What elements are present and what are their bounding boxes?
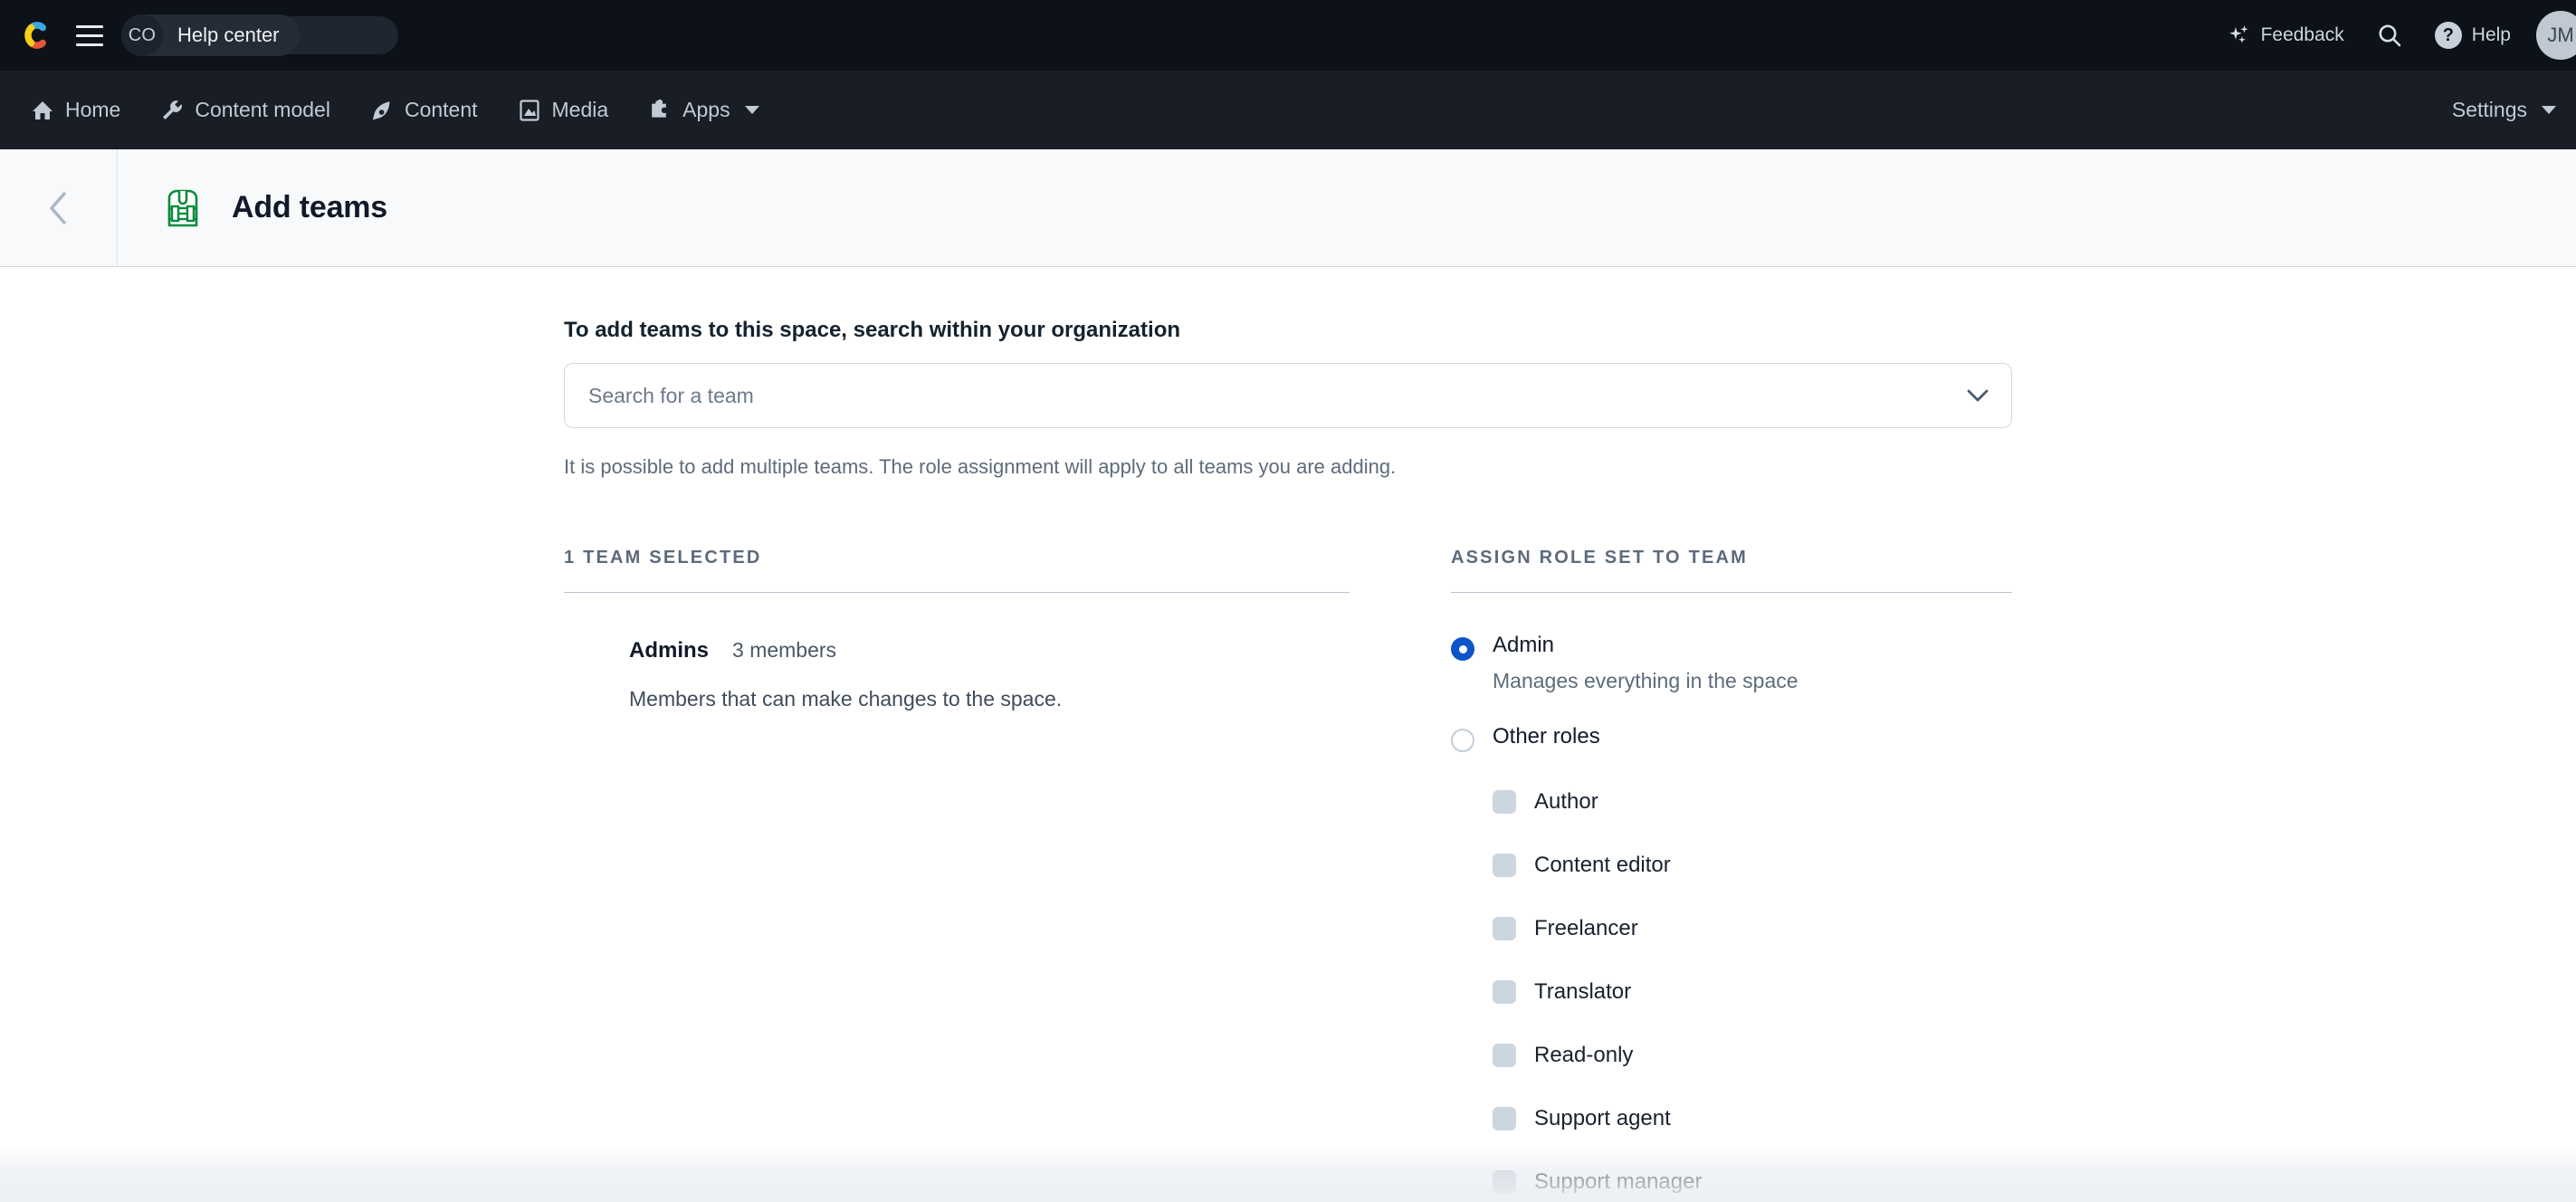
role-set-radio-group: Admin Manages everything in the space Ot… (1451, 593, 2012, 1202)
search-button[interactable] (2361, 0, 2419, 71)
feedback-button[interactable]: Feedback (2211, 0, 2361, 71)
top-bar-right: Feedback ? Help JM (2211, 0, 2576, 71)
space-name: Help center (177, 24, 280, 46)
checkbox-support-agent[interactable] (1493, 1106, 1516, 1130)
nav-item-home-label: Home (65, 98, 121, 121)
checkbox-row-author[interactable]: Author (1493, 770, 2012, 834)
team-name: Admins (629, 638, 710, 663)
checkbox-author[interactable] (1493, 789, 1516, 814)
checkbox-read-only[interactable] (1493, 1043, 1516, 1067)
hamburger-menu-icon[interactable] (71, 16, 109, 54)
search-icon (2377, 23, 2402, 48)
team-member-count: 3 members (732, 638, 837, 662)
checkbox-translator[interactable] (1493, 979, 1516, 1004)
selected-teams-column: 1 TEAM SELECTED Admins 3 members Members… (564, 548, 1350, 1202)
chevron-down-icon (2542, 106, 2556, 114)
checkbox-row-read-only[interactable]: Read-only (1493, 1024, 2012, 1087)
role-set-title: ASSIGN ROLE SET TO TEAM (1451, 548, 2012, 593)
chevron-left-icon (47, 189, 71, 227)
help-label: Help (2471, 24, 2511, 45)
checkbox-support-manager[interactable] (1493, 1169, 1516, 1194)
nav-item-content-label: Content (404, 98, 478, 121)
nav-item-settings[interactable]: Settings (2441, 71, 2556, 149)
nav-item-apps-label: Apps (682, 98, 730, 121)
wrench-icon (160, 99, 184, 122)
question-circle-icon: ? (2434, 22, 2462, 49)
contentful-logo-icon[interactable] (20, 16, 56, 54)
checkbox-read-only-label: Read-only (1534, 1042, 1634, 1067)
puzzle-piece-icon (648, 99, 672, 122)
radio-other-roles-label: Other roles (1493, 723, 1600, 749)
nav-item-settings-label: Settings (2451, 98, 2527, 121)
checkbox-row-support-manager[interactable]: Support manager (1493, 1150, 2012, 1202)
checkbox-row-support-agent[interactable]: Support agent (1493, 1087, 2012, 1150)
form-hint: It is possible to add multiple teams. Th… (564, 455, 1397, 478)
top-bar: CO Help center Feedback ? Help JM (0, 0, 2576, 71)
main-nav: Home Content model Content Media Apps Se… (0, 71, 2576, 149)
other-roles-checkbox-list: Author Content editor Freelancer Transla… (1451, 752, 2012, 1202)
radio-admin-label: Admin (1493, 633, 1555, 657)
checkbox-row-translator[interactable]: Translator (1493, 960, 2012, 1024)
nav-item-media[interactable]: Media (498, 71, 629, 149)
home-icon (31, 99, 54, 122)
page-header-body: Add teams (118, 149, 387, 266)
main-content: To add teams to this space, search withi… (0, 267, 2576, 1202)
nav-item-content[interactable]: Content (350, 71, 498, 149)
image-icon (518, 99, 541, 122)
nav-item-content-model[interactable]: Content model (140, 71, 350, 149)
radio-admin-indicator[interactable] (1451, 637, 1474, 661)
checkbox-row-freelancer[interactable]: Freelancer (1493, 897, 2012, 960)
space-selector[interactable]: CO Help center (121, 14, 300, 56)
page-title: Add teams (232, 190, 388, 224)
team-description: Members that can make changes to the spa… (629, 687, 1063, 711)
checkbox-content-editor-label: Content editor (1534, 852, 1671, 877)
add-teams-form: To add teams to this space, search withi… (564, 267, 2012, 1202)
selected-teams-title: 1 TEAM SELECTED (564, 548, 1350, 593)
radio-admin-description: Manages everything in the space (1493, 668, 1798, 692)
checkbox-freelancer[interactable] (1493, 916, 1516, 940)
help-button[interactable]: ? Help (2419, 0, 2527, 71)
team-search-select[interactable]: Search for a team (564, 363, 2012, 428)
form-heading: To add teams to this space, search withi… (564, 318, 1181, 342)
chevron-down-icon (1966, 388, 1989, 403)
nav-item-content-model-label: Content model (195, 98, 330, 121)
checkbox-content-editor[interactable] (1493, 853, 1516, 877)
team-search-placeholder: Search for a team (588, 383, 754, 407)
columns: 1 TEAM SELECTED Admins 3 members Members… (564, 548, 2012, 1202)
space-selector-wrap: CO Help center (121, 14, 398, 56)
page-header: Add teams (0, 149, 2576, 267)
checkbox-support-manager-label: Support manager (1534, 1169, 1703, 1194)
nav-item-media-label: Media (551, 98, 609, 121)
checkbox-support-agent-label: Support agent (1534, 1105, 1671, 1130)
radio-option-admin[interactable]: Admin Manages everything in the space (1451, 633, 2012, 693)
avatar[interactable]: JM (2536, 11, 2576, 60)
sparkles-icon (2228, 24, 2251, 47)
feedback-label: Feedback (2260, 24, 2344, 45)
nav-item-home[interactable]: Home (20, 71, 140, 149)
radio-admin-text: Admin Manages everything in the space (1493, 633, 1798, 693)
life-vest-icon (157, 183, 208, 234)
nav-item-apps[interactable]: Apps (628, 71, 778, 149)
radio-other-roles-indicator[interactable] (1451, 728, 1474, 752)
pen-nib-icon (370, 99, 394, 122)
checkbox-row-content-editor[interactable]: Content editor (1493, 834, 2012, 897)
checkbox-author-label: Author (1534, 788, 1598, 814)
checkbox-translator-label: Translator (1534, 978, 1632, 1004)
space-avatar: CO (121, 14, 163, 56)
team-line: Admins 3 members (629, 638, 1350, 663)
list-item: Admins 3 members Members that can make c… (564, 593, 1350, 711)
chevron-down-icon (744, 106, 759, 114)
back-button[interactable] (0, 149, 118, 266)
radio-option-other-roles[interactable]: Other roles (1451, 724, 2012, 752)
nav-right: Settings (2441, 71, 2556, 149)
checkbox-freelancer-label: Freelancer (1534, 915, 1638, 940)
role-set-column: ASSIGN ROLE SET TO TEAM Admin Manages ev… (1451, 548, 2012, 1202)
